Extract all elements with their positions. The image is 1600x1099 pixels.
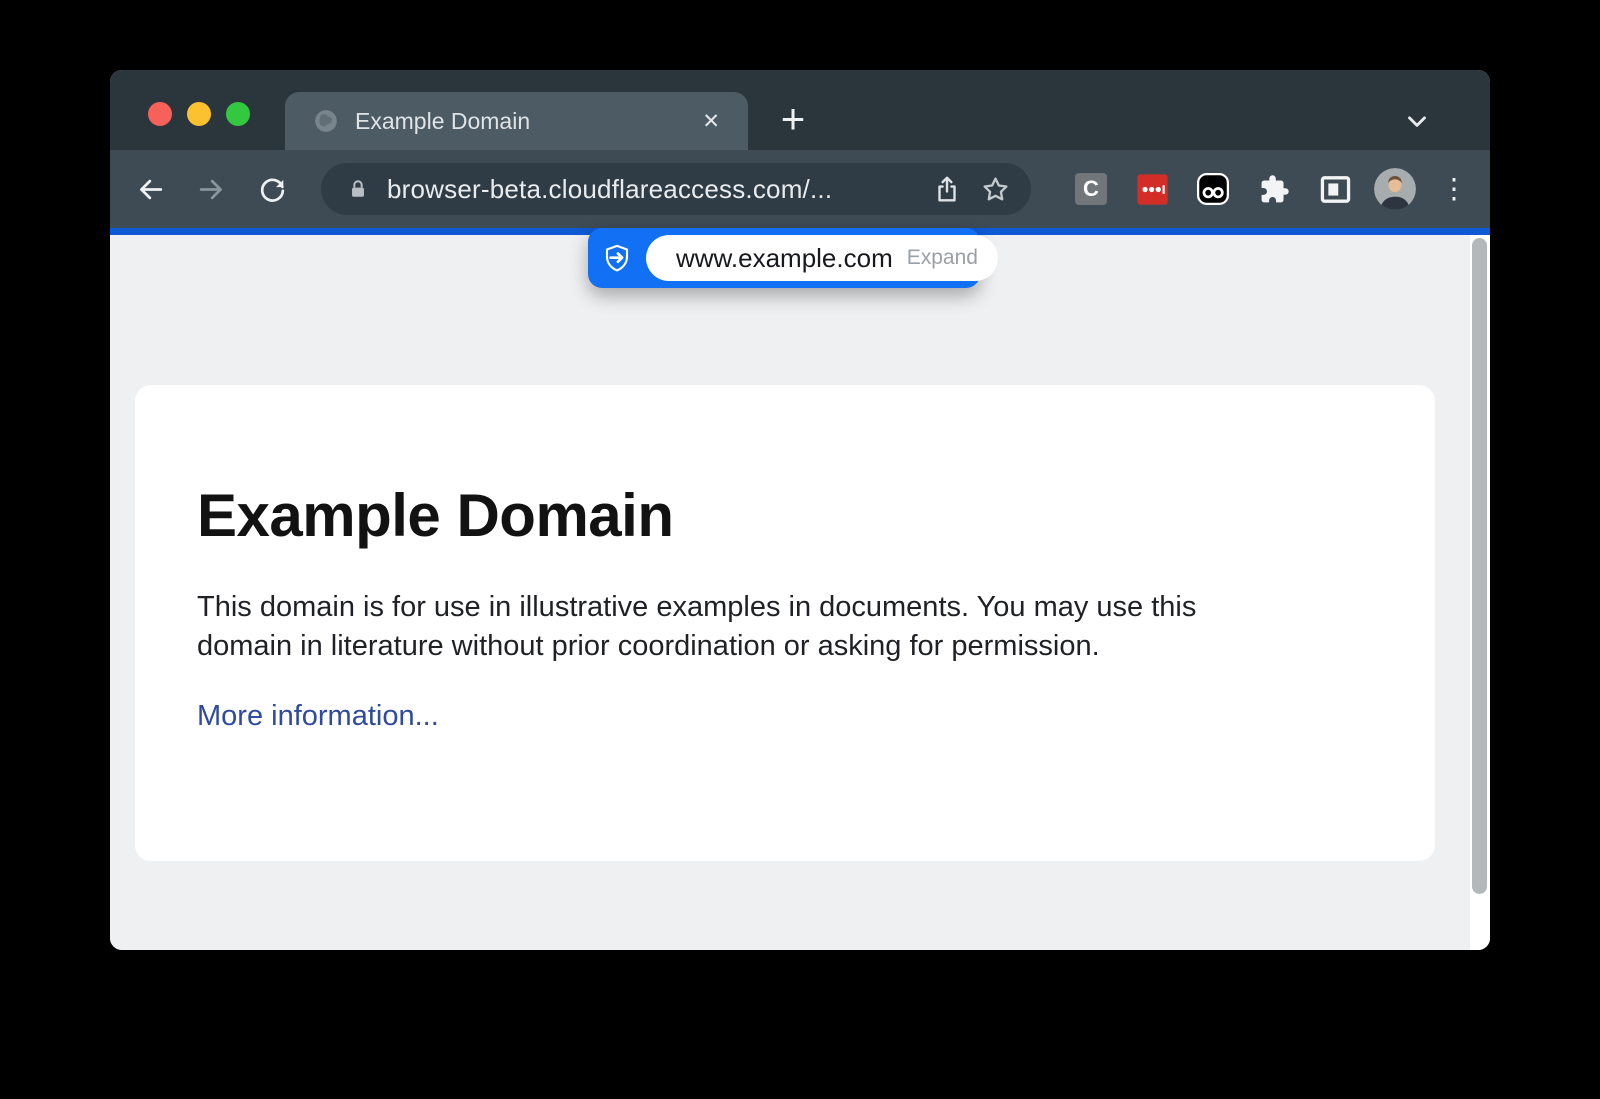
expand-button[interactable]: Expand [907,246,978,270]
bookmark-star-button[interactable] [979,173,1011,205]
browser-menu-button[interactable]: ⋮ [1440,174,1466,204]
url-text: browser-beta.cloudflareaccess.com/... [387,174,915,205]
minimize-window-button[interactable] [187,102,211,126]
isolation-host-banner: www.example.com Expand [588,228,980,288]
browser-tab[interactable]: Example Domain ✕ [285,92,748,150]
tab-strip: Example Domain ✕ + [110,70,1490,150]
reload-button[interactable] [248,165,296,213]
new-tab-button[interactable]: + [770,96,816,146]
isolation-host-pill[interactable]: www.example.com Expand [646,235,998,281]
page-heading: Example Domain [197,481,1375,550]
share-button[interactable] [931,173,963,205]
shield-arrow-icon [602,243,632,273]
content-card: Example Domain This domain is for use in… [135,385,1435,861]
scrollbar-thumb[interactable] [1472,238,1487,894]
tab-close-button[interactable]: ✕ [696,105,726,138]
extensions-row: C [1047,168,1466,210]
scrollbar-track[interactable] [1470,235,1490,950]
globe-favicon-icon [313,108,339,134]
fullscreen-window-button[interactable] [226,102,250,126]
browser-toolbar: browser-beta.cloudflareaccess.com/... C [110,150,1490,228]
lock-icon [347,178,369,200]
profile-avatar[interactable] [1374,168,1416,210]
address-bar[interactable]: browser-beta.cloudflareaccess.com/... [321,163,1031,215]
page-viewport: www.example.com Expand Example Domain Th… [110,235,1490,950]
dark-mode-extension-icon[interactable] [1196,172,1230,206]
back-button[interactable] [126,165,174,213]
window-controls [148,102,250,126]
lastpass-extension-icon[interactable] [1135,172,1169,206]
extensions-puzzle-icon[interactable] [1257,172,1291,206]
tab-title: Example Domain [355,108,696,135]
side-panel-icon[interactable] [1318,172,1352,206]
browser-window: Example Domain ✕ + brow [110,70,1490,950]
forward-button[interactable] [187,165,235,213]
close-window-button[interactable] [148,102,172,126]
isolation-host-text: www.example.com [676,243,893,274]
chevron-down-icon[interactable] [1402,106,1432,136]
c-extension-badge: C [1075,173,1107,205]
page-paragraph: This domain is for use in illustrative e… [197,588,1375,666]
more-information-link[interactable]: More information... [197,700,439,733]
c-extension-icon[interactable]: C [1074,172,1108,206]
